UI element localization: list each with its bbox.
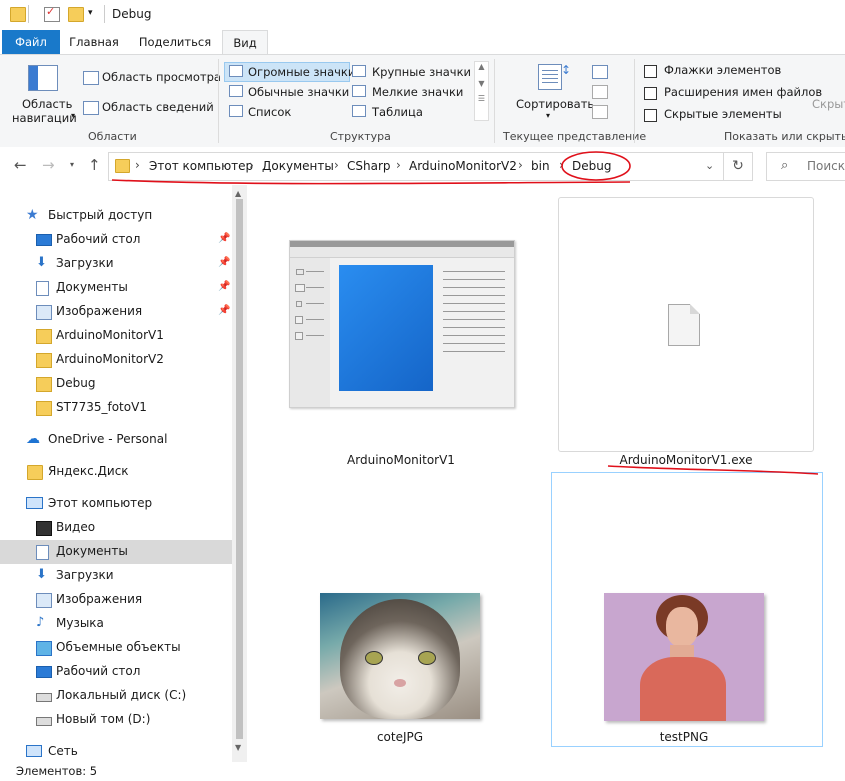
- item-count: Элементов: 5: [16, 764, 98, 778]
- status-bar: Элементов: 5: [0, 762, 845, 781]
- annotation-overlay: [111, 151, 819, 475]
